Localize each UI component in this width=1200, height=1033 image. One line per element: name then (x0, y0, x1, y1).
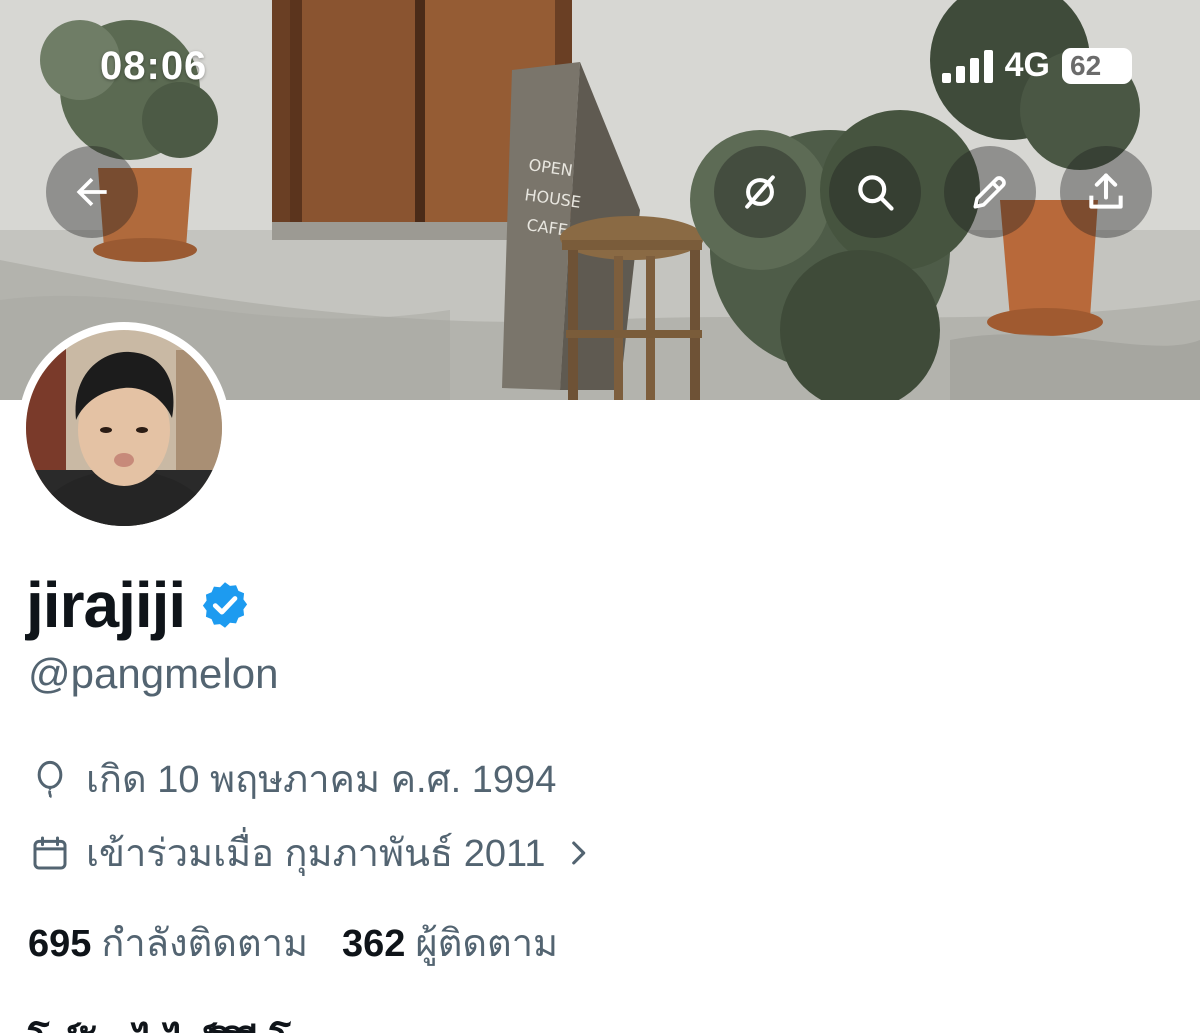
search-icon (858, 175, 894, 211)
battery-icon: 62 (1062, 47, 1132, 84)
edit-button[interactable] (944, 146, 1036, 238)
joined-date-row[interactable]: เข้าร่วมเมื่อ กุมภาพันธ์ 2011 (30, 822, 595, 883)
grok-button[interactable] (714, 146, 806, 238)
signal-icon (941, 49, 993, 83)
followers-count[interactable]: 362 (342, 923, 405, 966)
network-type: 4G (1004, 46, 1050, 84)
share-icon (1089, 173, 1123, 209)
birth-date-text: เกิด 10 พฤษภาคม ค.ศ. 1994 (86, 759, 557, 801)
battery-level: 62 (1070, 49, 1102, 81)
user-handle: @pangmelon (28, 650, 279, 697)
back-button[interactable] (46, 146, 138, 238)
avatar[interactable] (18, 322, 230, 534)
following-count[interactable]: 695 (28, 923, 91, 966)
avatar-photo (26, 330, 222, 526)
display-name: jirajiji (26, 569, 186, 641)
grok-icon (745, 175, 775, 209)
bio-text-cutoff: โ ร์ ัน ไ ไ ร์ ิ ิ ี โ (28, 1012, 291, 1033)
followers-label[interactable]: ผู้ติดตาม (415, 912, 558, 973)
birth-date-row: เกิด 10 พฤษภาคม ค.ศ. 1994 (30, 748, 556, 809)
status-time: 08:06 (100, 44, 208, 88)
balloon-icon (37, 760, 63, 798)
pencil-icon (973, 176, 1006, 209)
share-button[interactable] (1060, 146, 1152, 238)
arrow-left-icon (76, 177, 107, 207)
follow-stats: 695 กำลังติดตาม 362 ผู้ติดตาม (28, 912, 558, 973)
display-name-row: jirajiji (26, 568, 251, 642)
following-label[interactable]: กำลังติดตาม (101, 912, 308, 973)
status-indicators: 4G 62 (941, 46, 1132, 85)
calendar-icon (33, 836, 67, 869)
chevron-right-icon (572, 841, 586, 864)
joined-date-text: เข้าร่วมเมื่อ กุมภาพันธ์ 2011 (86, 833, 546, 875)
search-button[interactable] (829, 146, 921, 238)
verified-badge-icon[interactable] (199, 579, 251, 631)
